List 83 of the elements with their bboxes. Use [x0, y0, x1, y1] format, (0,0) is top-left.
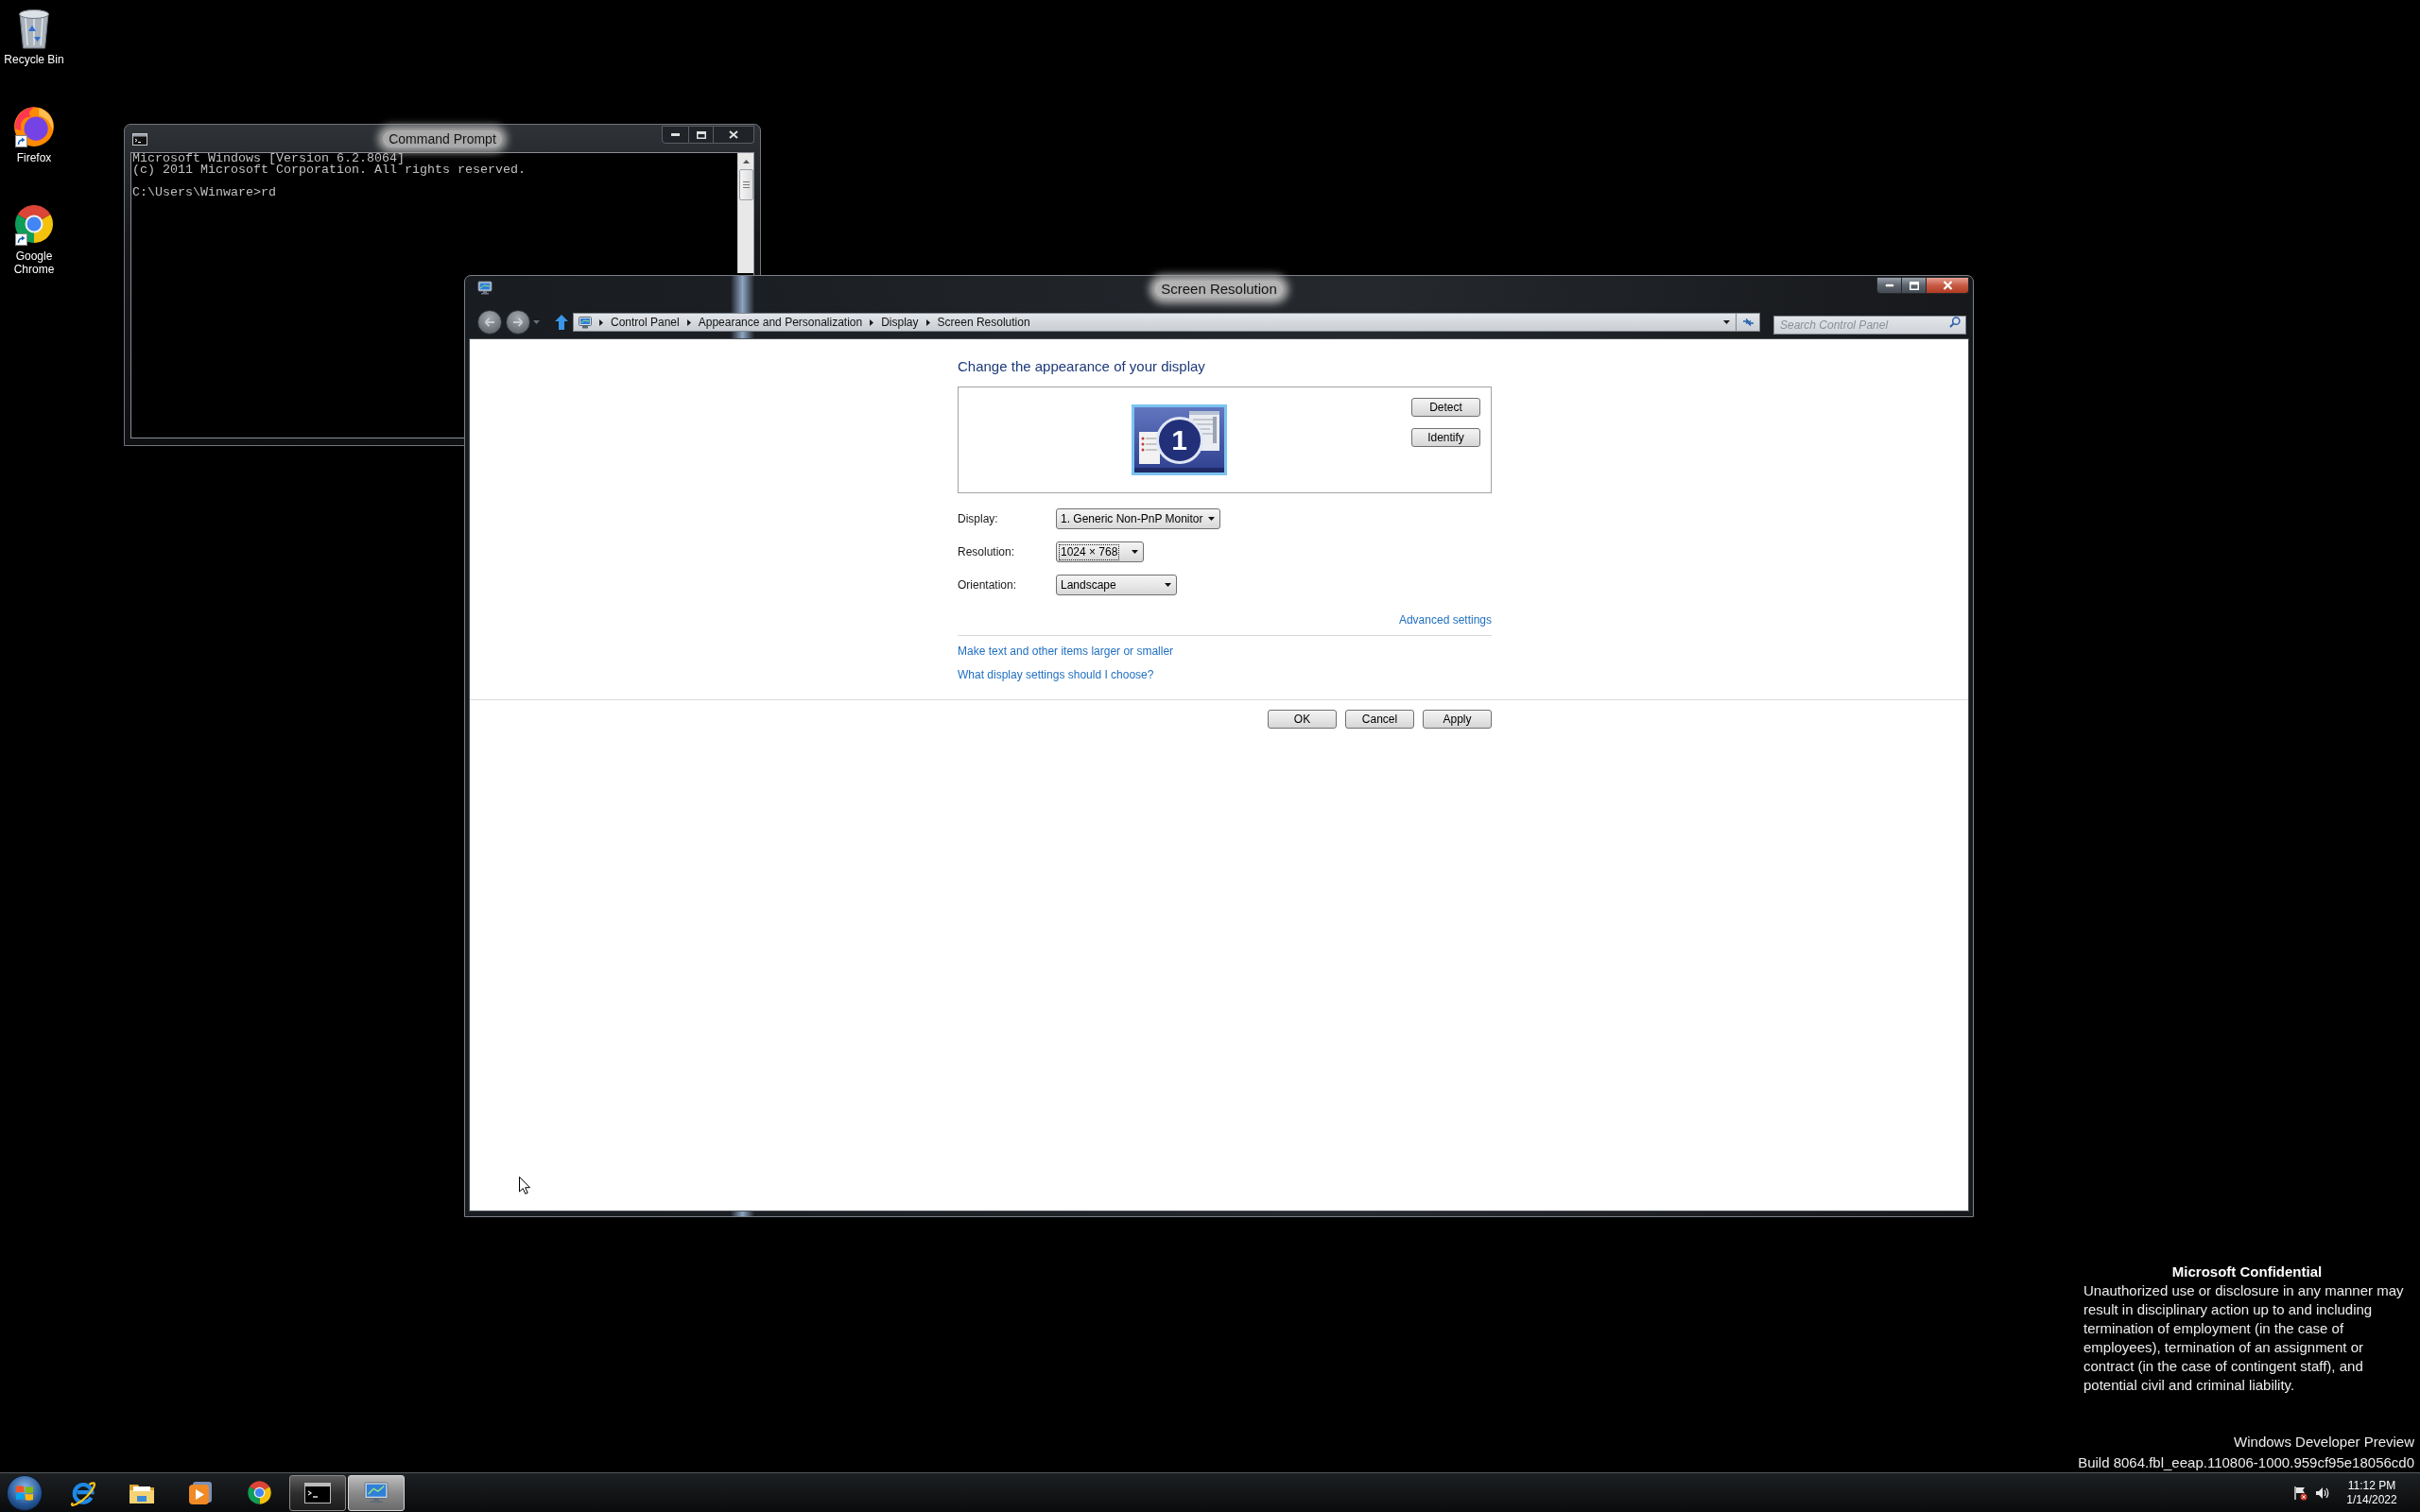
detect-button[interactable]: Detect [1411, 398, 1480, 417]
display-dropdown[interactable]: 1. Generic Non-PnP Monitor [1056, 508, 1220, 529]
flag-icon[interactable] [2292, 1485, 2308, 1501]
orientation-dropdown[interactable]: Landscape [1056, 575, 1177, 595]
console-output-line: (c) 2011 Microsoft Corporation. All rights reserved. [132, 164, 526, 176]
notice-text: Unauthorized use or disclosure in any manner may result in disciplinary action up to and including termination of employment (in the case of employees), termination of an assignment or contract (in the case of contingent staff), and potential civil and criminal liability. [2083, 1281, 2405, 1395]
monitor-icon [579, 316, 592, 329]
media-player-icon [188, 1480, 213, 1505]
search-field[interactable]: Search Control Panel [1773, 316, 1966, 335]
help-link[interactable]: What display settings should I choose? [958, 667, 1154, 682]
monitor-icon[interactable] [477, 281, 493, 296]
clock-time[interactable]: 11:12 PM [2347, 1478, 2396, 1493]
ok-button[interactable]: OK [1268, 710, 1337, 729]
close-icon [1942, 281, 1953, 290]
identify-button[interactable]: Identify [1411, 428, 1480, 447]
console-window-icon[interactable] [132, 133, 147, 146]
caret-icon [1208, 517, 1215, 521]
maximize-button[interactable] [1902, 277, 1927, 294]
scrollbar-thumb[interactable] [738, 169, 753, 200]
monitor-tile[interactable]: 1 [1132, 404, 1227, 475]
desktop-icon-label[interactable]: Google Chrome [0, 249, 68, 276]
firefox-icon[interactable] [12, 104, 56, 147]
clock-date[interactable]: 1/14/2022 [2346, 1492, 2397, 1507]
refresh-icon [1741, 317, 1754, 328]
setting-label: Display: [958, 511, 999, 526]
right-arrow-icon [512, 318, 524, 327]
caret-icon[interactable] [1723, 320, 1730, 324]
edition-text: Windows Developer Preview [2234, 1433, 2414, 1452]
console-window-icon [304, 1482, 331, 1503]
chrome-icon[interactable] [13, 203, 55, 245]
desktop-icon-label[interactable]: Recycle Bin [4, 53, 64, 66]
close-button[interactable] [714, 126, 754, 144]
minimize-icon [1884, 284, 1894, 287]
back-button[interactable] [477, 310, 502, 335]
maximize-button[interactable] [689, 126, 714, 144]
minimize-icon [671, 133, 680, 136]
cancel-button[interactable]: Cancel [1345, 710, 1414, 729]
setting-label: Orientation: [958, 577, 1018, 593]
caret-icon [1132, 550, 1138, 554]
window-title: Screen Resolution [1155, 281, 1283, 298]
mouse-pointer-icon [519, 1177, 530, 1194]
caret-icon [742, 159, 750, 163]
chevron-icon[interactable] [870, 318, 874, 326]
address-bar[interactable]: Control Panel Appearance and Personalization Display Screen Resolution [573, 313, 1737, 332]
maximize-icon [1909, 281, 1919, 290]
help-link[interactable]: Make text and other items larger or smaller [958, 644, 1174, 659]
close-button[interactable] [1927, 277, 1969, 294]
minimize-button[interactable] [1876, 277, 1902, 294]
window-title: Command Prompt [383, 130, 502, 147]
breadcrumb-item[interactable]: Screen Resolution [937, 315, 1030, 330]
console-output-line: Microsoft Windows [Version 6.2.8064] [132, 153, 405, 164]
search-icon[interactable] [1949, 317, 1961, 328]
start-button[interactable] [7, 1474, 43, 1511]
chevron-icon[interactable] [925, 318, 930, 326]
setting-label: Resolution: [958, 544, 1016, 559]
grip-icon [742, 181, 750, 188]
page-heading: Change the appearance of your display [958, 358, 1206, 375]
build-text: Build 8064.fbl_eeap.110806-1000.959cf95e18056cd0 [2078, 1453, 2414, 1472]
desktop-icon-label[interactable]: Firefox [16, 151, 52, 164]
advanced-settings-link[interactable]: Advanced settings [1398, 612, 1492, 627]
maximize-icon [696, 130, 706, 139]
left-arrow-icon [484, 318, 495, 327]
chrome-icon [246, 1480, 272, 1505]
monitor-icon [363, 1480, 389, 1505]
caret-icon [1165, 583, 1171, 587]
internet-explorer-icon [70, 1479, 96, 1506]
console-prompt-line: C:\Users\Winware>rd [132, 187, 276, 198]
breadcrumb-item[interactable]: Display [881, 315, 919, 330]
chevron-icon[interactable] [599, 318, 603, 326]
windows-flag-icon [15, 1483, 34, 1503]
monitor-number-badge: 1 [1155, 416, 1203, 464]
close-icon [729, 130, 738, 139]
resolution-dropdown[interactable]: 1024 × 768 [1056, 541, 1144, 562]
breadcrumb-item[interactable]: Control Panel [611, 315, 680, 330]
notice-title: Microsoft Confidential [2171, 1263, 2323, 1281]
apply-button[interactable]: Apply [1423, 710, 1492, 729]
taskbar-button[interactable] [289, 1474, 346, 1511]
forward-button[interactable] [506, 310, 530, 335]
breadcrumb-item[interactable]: Appearance and Personalization [698, 315, 863, 330]
up-arrow-icon[interactable] [555, 315, 568, 330]
refresh-button[interactable] [1737, 313, 1760, 332]
minimize-button[interactable] [662, 126, 689, 144]
chevron-icon[interactable] [686, 318, 691, 326]
